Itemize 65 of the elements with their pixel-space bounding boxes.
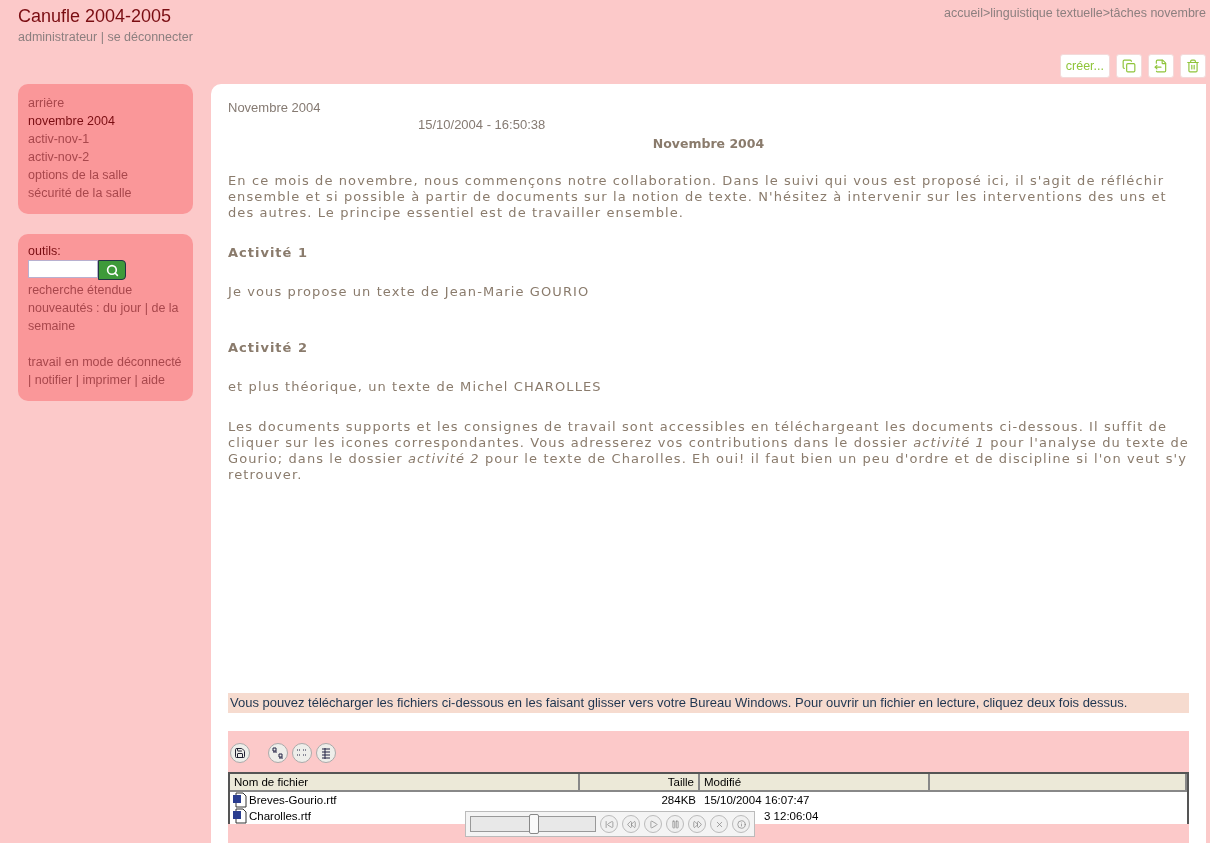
export-icon — [1154, 59, 1168, 73]
fast-forward-icon — [692, 819, 702, 829]
search-field[interactable] — [28, 260, 98, 278]
save-button[interactable] — [230, 743, 250, 763]
document-icon — [232, 792, 248, 808]
file-name[interactable]: Charolles.rtf — [249, 808, 311, 824]
paragraph: Je vous propose un texte de Jean-Marie GOURIO — [228, 284, 591, 300]
section-heading: Activité 1 — [228, 245, 309, 260]
stop-button[interactable] — [710, 815, 728, 833]
search-button[interactable] — [98, 260, 126, 280]
list-view-icon — [296, 747, 308, 759]
file-modified: 3 12:06:04 — [764, 810, 819, 822]
icons-view-button[interactable] — [268, 743, 288, 763]
create-button[interactable]: créer... — [1059, 54, 1110, 78]
nav-link[interactable]: activ-nov-2 — [28, 148, 183, 166]
paragraph: Les documents supports et les consignes de travail sont accessibles en téléchargeant les documents ci-dessous. Il suffit de cliquer sur les icones correspondantes. Vous adresserez vos contributions dans le dossier activité 1 pour l'analyse du texte de Gourio; dans le dossier activité 2 pour le texte de Charolles. Eh oui! il faut bien un peu d'ordre et de discipline si l'on veut s'y retrouver. — [228, 419, 1189, 483]
pause-button[interactable] — [666, 815, 684, 833]
nav-link[interactable]: novembre 2004 — [28, 112, 183, 130]
folder-title: Novembre 2004 — [228, 100, 322, 115]
skip-back-button[interactable] — [600, 815, 618, 833]
rewind-button[interactable] — [622, 815, 640, 833]
nav-link[interactable]: sécurité de la salle — [28, 184, 183, 202]
download-notice: Vous pouvez télécharger les fichiers ci-dessous en les faisant glisser vers votre Bureau Windows. Pour ouvrir un fichier en lecture, cliquez deux fois dessus. — [228, 693, 1189, 713]
rewind-icon — [626, 819, 636, 829]
column-header[interactable]: Taille — [580, 774, 700, 790]
tool-links[interactable]: nouveautés : du jour | de la semaine — [28, 299, 183, 335]
file-name[interactable]: Breves-Gourio.rtf — [249, 792, 337, 808]
column-header[interactable]: Nom de fichier — [230, 774, 580, 790]
nav-link[interactable]: options de la salle — [28, 166, 183, 184]
seek-track[interactable] — [470, 816, 596, 832]
site-title: Canufle 2004-2005 — [18, 6, 173, 27]
details-view-icon — [320, 747, 332, 759]
breadcrumb[interactable]: accueil>linguistique textuelle>tâches novembre — [944, 6, 1206, 20]
document-title: Novembre 2004 — [652, 136, 765, 151]
file-size: 284KB — [661, 794, 696, 806]
tools-label: outils: — [28, 244, 62, 258]
stop-icon — [714, 819, 724, 829]
info-button[interactable] — [732, 815, 750, 833]
delete-button[interactable] — [1180, 54, 1206, 78]
seek-thumb[interactable] — [529, 814, 539, 834]
skip-back-icon — [604, 819, 614, 829]
nav-link[interactable]: arrière — [28, 94, 183, 112]
user-links[interactable]: administrateur | se déconnecter — [18, 30, 193, 44]
save-icon — [234, 747, 246, 759]
paragraph: et plus théorique, un texte de Michel CHAROLLES — [228, 379, 603, 395]
export-button[interactable] — [1148, 54, 1174, 78]
play-icon — [648, 819, 658, 829]
column-header[interactable]: Modifié — [700, 774, 930, 790]
pause-icon — [670, 819, 680, 829]
copy-icon — [1122, 59, 1136, 73]
fast-forward-button[interactable] — [688, 815, 706, 833]
info-icon — [736, 819, 746, 829]
play-button[interactable] — [644, 815, 662, 833]
copy-button[interactable] — [1116, 54, 1142, 78]
nav-link[interactable]: activ-nov-1 — [28, 130, 183, 148]
file-modified: 15/10/2004 16:07:47 — [704, 794, 810, 806]
date-text: 15/10/2004 - 16:50:38 — [418, 117, 547, 132]
tool-links[interactable]: travail en mode déconnecté | notifier | imprimer | aide — [28, 353, 183, 389]
paragraph: En ce mois de novembre, nous commençons notre collaboration. Dans le suivi qui vous est proposé ici, il s'agit de réfléchir ensemble et si possible à partir de documents sur la notion de texte. N'hésitez à intervenir sur les interventions des uns et des autres. Le principe essentiel est de travailler ensemble. — [228, 173, 1168, 221]
search-icon — [105, 263, 119, 277]
details-view-button[interactable] — [316, 743, 336, 763]
tool-links[interactable]: recherche étendue — [28, 281, 183, 299]
trash-icon — [1186, 59, 1200, 73]
section-heading: Activité 2 — [228, 340, 309, 355]
list-view-button[interactable] — [292, 743, 312, 763]
